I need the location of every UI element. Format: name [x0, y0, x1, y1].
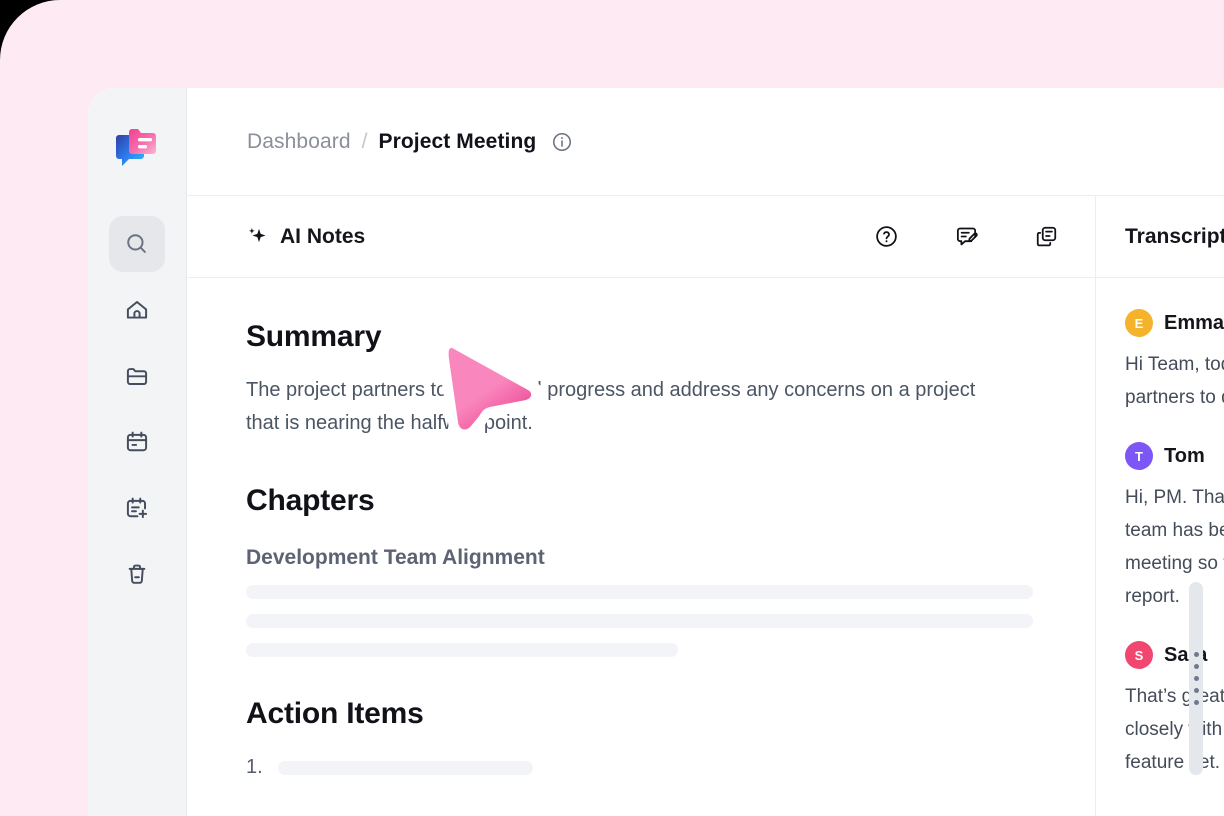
grip-dot [1193, 688, 1199, 693]
avatar: E [1125, 309, 1153, 337]
ai-notes-actions [874, 224, 1059, 249]
app-logo [114, 124, 160, 170]
page-background: Dashboard / Project Meeting AI Notes Sum… [0, 0, 1224, 816]
chapter-placeholder-line [246, 614, 1033, 628]
transcript-header: Transcript [1096, 196, 1224, 278]
ai-notes-toolbar: AI Notes [187, 196, 1095, 278]
folder-icon [126, 368, 148, 385]
sidebar [88, 88, 187, 816]
calendar-icon [126, 431, 148, 452]
trash-icon [128, 564, 146, 584]
page-title: Project Meeting [378, 129, 537, 153]
ai-notes-content: Summary The project partners to discusse… [187, 278, 1095, 816]
help-button[interactable] [874, 224, 899, 249]
panes: AI Notes Summary The project partners to… [187, 196, 1224, 816]
sparkle-icon [246, 226, 268, 248]
app-logo-icon [116, 129, 156, 166]
info-circle-icon[interactable] [551, 131, 573, 153]
transcript-message: S Sara That’s great to hear. We have bee… [1125, 641, 1224, 779]
sidebar-item-calendar[interactable] [109, 414, 165, 470]
ai-notes-title: AI Notes [280, 224, 366, 248]
grip-dot [1193, 676, 1199, 681]
transcript-messages: E Emma Hi Team, today we will be meeting… [1096, 278, 1224, 816]
speaker-name: Tom [1164, 444, 1205, 467]
chapter-placeholder-line [246, 585, 1033, 599]
message-text: Hi, PM. Thanks for setting this up. Our … [1125, 487, 1224, 607]
ai-notes-title-group: AI Notes [246, 225, 365, 249]
copy-icon [1036, 226, 1057, 247]
summary-heading: Summary [246, 320, 382, 353]
grip-dot [1193, 700, 1199, 705]
ai-notes-panel: AI Notes Summary The project partners to… [187, 196, 1096, 816]
pane-resize-handle[interactable] [1189, 582, 1203, 775]
breadcrumb-dashboard[interactable]: Dashboard [247, 130, 351, 154]
message-edit-icon [956, 227, 978, 246]
main-column: Dashboard / Project Meeting AI Notes Sum… [187, 88, 1224, 816]
avatar: S [1125, 641, 1153, 669]
breadcrumb-separator: / [361, 129, 368, 153]
action-item-number: 1. [246, 756, 263, 778]
sidebar-item-new-note[interactable] [109, 480, 165, 536]
transcript-message-header: S Sara [1125, 641, 1224, 669]
summary-text: The project partners to discussed progre… [246, 379, 976, 434]
grip-dot [1193, 664, 1199, 669]
speaker-name: Emma [1164, 311, 1224, 334]
transcript-title: Transcript [1125, 224, 1224, 248]
feedback-button[interactable] [954, 224, 979, 249]
sidebar-item-search[interactable] [109, 216, 165, 272]
transcript-message-header: T Tom [1125, 442, 1224, 470]
home-icon [126, 301, 148, 319]
chapter-title[interactable]: Development Team Alignment [246, 546, 1036, 570]
action-items-heading: Action Items [246, 697, 424, 730]
sidebar-item-trash[interactable] [109, 546, 165, 602]
breadcrumb: Dashboard / Project Meeting [187, 88, 1224, 196]
transcript-panel: Transcript E Emma Hi Team, today we will… [1096, 196, 1224, 816]
transcript-message: T Tom Hi, PM. Thanks for setting this up… [1125, 442, 1224, 613]
copy-button[interactable] [1034, 224, 1059, 249]
app-window: Dashboard / Project Meeting AI Notes Sum… [88, 88, 1224, 816]
sidebar-item-home[interactable] [109, 282, 165, 338]
grip-dot [1193, 652, 1199, 657]
transcript-message-header: E Emma [1125, 309, 1224, 337]
action-item-placeholder [277, 760, 533, 775]
calendar-plus-icon [126, 497, 148, 519]
sidebar-item-folders[interactable] [109, 348, 165, 404]
transcript-message: E Emma Hi Team, today we will be meeting… [1125, 309, 1224, 414]
help-circle-icon [876, 226, 897, 247]
avatar: T [1125, 442, 1153, 470]
search-icon [127, 234, 146, 253]
chapters-heading: Chapters [246, 484, 375, 517]
message-text: That’s great to hear. We have been worki… [1125, 686, 1224, 773]
message-text: Hi Team, today we will be meeting with o… [1125, 354, 1224, 408]
chapter-placeholder-line [246, 643, 678, 657]
action-item-row: 1. [246, 756, 1036, 779]
